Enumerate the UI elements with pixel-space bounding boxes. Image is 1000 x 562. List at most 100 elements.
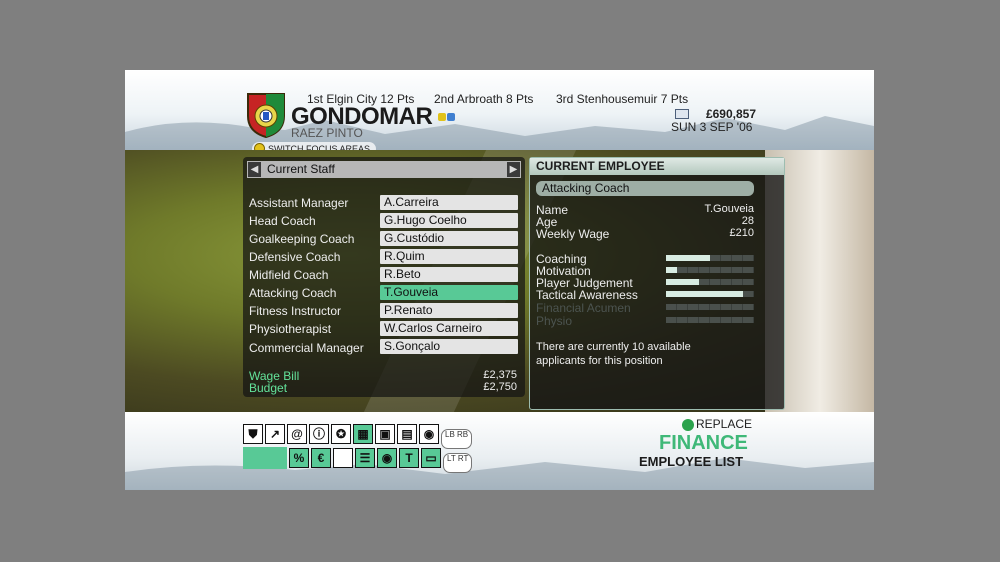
club-color-yellow	[438, 113, 446, 121]
attr-bar-segment	[666, 317, 676, 323]
current-staff-panel: ◀ Current Staff ▶ Assistant Manager A.Ca…	[243, 157, 525, 397]
ball-icon[interactable]: ◉	[377, 448, 397, 468]
club-crest-icon	[247, 93, 285, 138]
attr-bar-fill	[666, 291, 744, 297]
clipboard-icon[interactable]: ▤	[397, 424, 417, 444]
league-position-3: 3rd Stenhousemuir 7 Pts	[556, 92, 689, 106]
role-label-head-coach: Head Coach	[249, 214, 316, 228]
attr-bar-segment	[721, 279, 731, 285]
attr-bar-fill	[666, 279, 700, 285]
staff-name-head-coach[interactable]: G.Hugo Coelho	[380, 213, 518, 228]
attr-bar-segment	[688, 267, 698, 273]
staff-name-goalkeeping-coach[interactable]: G.Custódio	[380, 231, 518, 246]
calculator-icon[interactable]: ▦	[353, 424, 373, 444]
shirt-icon[interactable]: T	[399, 448, 419, 468]
attr-bar-segment	[710, 267, 720, 273]
role-label-commercial-manager: Commercial Manager	[249, 341, 364, 355]
attr-bar-segment	[677, 304, 687, 310]
attr-bar-segment	[710, 255, 720, 261]
wage-bill-value: £2,375	[483, 369, 517, 381]
next-category-arrow-icon[interactable]: ▶	[507, 162, 520, 177]
a-button-icon	[682, 418, 694, 431]
attr-bar-segment	[699, 317, 709, 323]
lb-label: LB	[445, 430, 455, 439]
attr-bar-tactical-awareness	[666, 291, 754, 297]
euro-icon[interactable]: €	[311, 448, 331, 468]
tactics-icon[interactable]: ↗	[265, 424, 285, 444]
attr-bar-fill	[666, 267, 678, 273]
attr-bar-segment	[743, 279, 753, 285]
prev-category-arrow-icon[interactable]: ◀	[248, 162, 261, 177]
attr-bar-segment	[677, 317, 687, 323]
at-icon[interactable]: @	[287, 424, 307, 444]
role-label-midfield-coach: Midfield Coach	[249, 268, 329, 282]
staff-name-commercial-manager[interactable]: S.Gonçalo	[380, 339, 518, 354]
globe-icon[interactable]: ◉	[419, 424, 439, 444]
staff-name-attacking-coach-selected[interactable]: T.Gouveia	[380, 285, 518, 300]
info-value-age: 28	[741, 215, 754, 227]
attr-bar-segment	[732, 304, 742, 310]
role-label-attacking-coach: Attacking Coach	[249, 286, 337, 300]
applicants-note: There are currently 10 available applica…	[536, 341, 691, 367]
attr-bar-segment	[743, 291, 753, 297]
replace-button[interactable]: REPLACE	[682, 417, 752, 431]
role-label-physiotherapist: Physiotherapist	[249, 322, 332, 336]
attr-bar-financial-acumen	[666, 304, 754, 310]
attr-bar-segment	[732, 255, 742, 261]
role-label-fitness-instructor: Fitness Instructor	[249, 304, 342, 318]
staff-name-fitness-instructor[interactable]: P.Renato	[380, 303, 518, 318]
attr-bar-segment	[721, 267, 731, 273]
lb-rb-buttons: LB RB	[441, 429, 473, 449]
info-icon[interactable]: ⓘ	[309, 424, 329, 444]
attr-bar-segment	[721, 255, 731, 261]
attr-bar-segment	[743, 255, 753, 261]
staff-name-physiotherapist[interactable]: W.Carlos Carneiro	[380, 321, 518, 336]
attr-bar-segment	[732, 267, 742, 273]
info-value-weekly-wage: £210	[729, 227, 754, 239]
ticket-icon[interactable]: ▭	[421, 448, 441, 468]
attr-bar-segment	[688, 317, 698, 323]
league-position-2: 2nd Arbroath 8 Pts	[434, 92, 534, 106]
submenu-highlight	[243, 447, 287, 469]
attr-bar-segment	[743, 304, 753, 310]
section-title: FINANCE	[659, 432, 748, 454]
info-value-name: T.Gouveia	[704, 203, 754, 215]
attr-bar-player-judgement	[666, 279, 754, 285]
attr-bar-segment	[699, 267, 709, 273]
staff-category-selector[interactable]: ◀ Current Staff ▶	[247, 161, 521, 178]
attr-bar-segment	[721, 317, 731, 323]
budget-label: Budget	[249, 381, 288, 395]
notepad-icon[interactable]: ▣	[375, 424, 395, 444]
bottom-footer: ⛊ ↗ @ ⓘ ✪ ▦ ▣ ▤ ◉ LB RB % € ☺ ☰ ◉ T ▭ LT	[125, 412, 874, 490]
attr-bar-fill	[666, 255, 710, 261]
current-employee-panel: CURRENT EMPLOYEE Attacking Coach Name T.…	[529, 157, 785, 410]
attr-bar-segment	[710, 279, 720, 285]
role-label-assistant-manager: Assistant Manager	[249, 196, 349, 210]
staff-name-midfield-coach[interactable]: R.Beto	[380, 267, 518, 282]
staff-icon[interactable]: ☺	[333, 448, 353, 468]
manager-name: RAEZ PINTO	[291, 126, 363, 140]
shield-icon[interactable]: ⛊	[243, 424, 263, 444]
attr-label-tactical-awareness: Tactical Awareness	[536, 288, 638, 302]
stadium-skyline-decoration	[125, 458, 874, 490]
budget-value: £2,750	[483, 381, 517, 393]
lt-label: LT	[447, 454, 456, 463]
role-label-defensive-coach: Defensive Coach	[249, 250, 341, 264]
attr-bar-segment	[688, 304, 698, 310]
game-screen: GONDOMAR RAEZ PINTO 1st Elgin City 12 Pt…	[125, 0, 874, 562]
secondary-menu-icons: % € ☺ ☰ ◉ T ▭ LT RT	[289, 448, 473, 473]
info-label-weekly-wage: Weekly Wage	[536, 227, 610, 241]
staff-name-assistant-manager[interactable]: A.Carreira	[380, 195, 518, 210]
attr-bar-segment	[699, 279, 709, 285]
list-icon[interactable]: ☰	[355, 448, 375, 468]
percent-icon[interactable]: %	[289, 448, 309, 468]
staff-name-defensive-coach[interactable]: R.Quim	[380, 249, 518, 264]
club-colors	[438, 108, 456, 126]
club-balance: £690,857	[705, 107, 756, 121]
attr-bar-segment	[743, 317, 753, 323]
mail-icon[interactable]	[675, 109, 689, 119]
lt-rt-buttons: LT RT	[443, 453, 473, 473]
rt-label: RT	[457, 454, 469, 463]
ball-icon[interactable]: ✪	[331, 424, 351, 444]
stadium-skyline-decoration	[125, 116, 874, 150]
